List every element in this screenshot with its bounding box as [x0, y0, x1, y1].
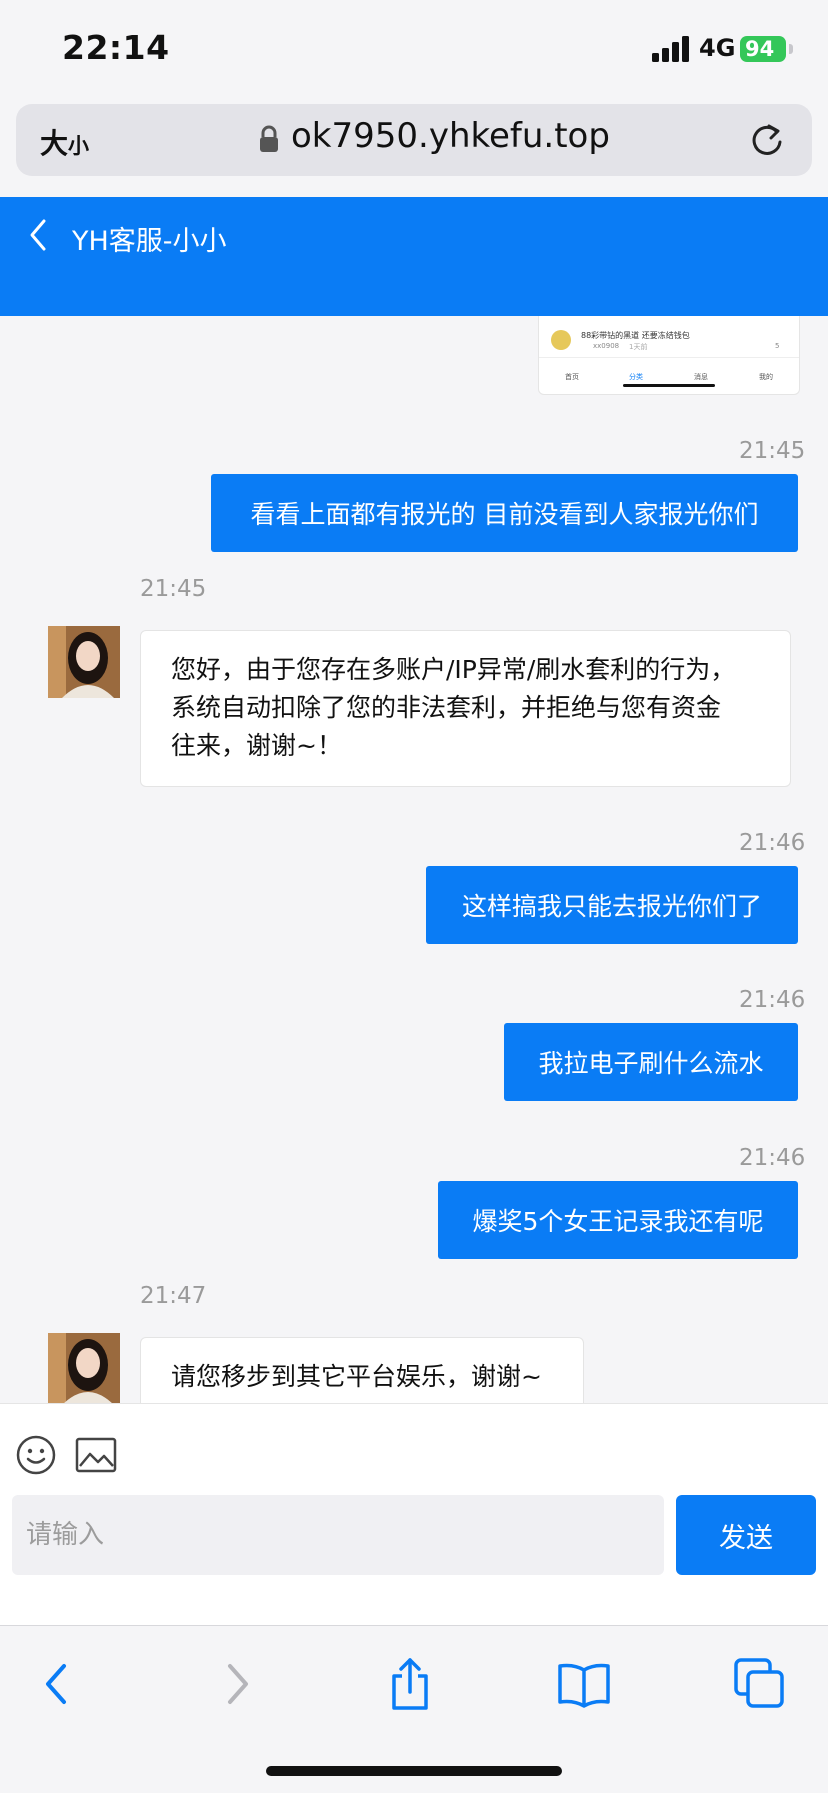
forward-icon[interactable] — [206, 1654, 266, 1714]
tabs-icon[interactable] — [730, 1654, 790, 1714]
text-size-big: 大 — [40, 127, 69, 160]
reload-icon[interactable] — [749, 122, 785, 158]
url-text[interactable]: ok7950.yhkefu.top — [291, 116, 610, 156]
emoji-icon[interactable] — [15, 1434, 57, 1476]
outgoing-message[interactable]: 这样搞我只能去报光你们了 — [426, 866, 798, 944]
post-time: 1天前 — [629, 343, 648, 351]
share-icon[interactable] — [380, 1654, 440, 1714]
message-time: 21:45 — [739, 438, 806, 464]
address-bar[interactable]: 大小 ok7950.yhkefu.top — [16, 104, 812, 176]
thumb-divider — [539, 357, 799, 358]
agent-avatar — [48, 1333, 120, 1403]
thumb-home-indicator — [623, 384, 715, 387]
composer: 发送 — [0, 1403, 828, 1626]
incoming-message[interactable]: 您好，由于您存在多账户/IP异常/刷水套利的行为， 系统自动扣除了您的非法套利，… — [140, 630, 791, 787]
image-icon[interactable] — [75, 1436, 117, 1474]
message-line: 系统自动扣除了您的非法套利，并拒绝与您有资金 — [171, 693, 722, 722]
outgoing-message[interactable]: 看看上面都有报光的 目前没看到人家报光你们 — [211, 474, 798, 552]
status-time: 22:14 — [62, 28, 170, 67]
battery-level: 94 — [745, 37, 775, 61]
message-line: 您好，由于您存在多账户/IP异常/刷水套利的行为， — [171, 655, 736, 684]
avatar-image — [48, 626, 120, 698]
send-button[interactable]: 发送 — [676, 1495, 816, 1575]
lock-icon — [260, 125, 278, 152]
back-chevron-icon[interactable] — [26, 217, 50, 253]
post-avatar — [551, 330, 571, 350]
post-title: 88彩带钻的黑道 还要冻结钱包 — [581, 331, 690, 340]
avatar-image — [48, 1333, 120, 1403]
browser-toolbar — [0, 1625, 828, 1793]
thumb-tab-home: 首页 — [565, 373, 579, 381]
incoming-message[interactable]: 请您移步到其它平台娱乐，谢谢~ — [140, 1337, 584, 1403]
outgoing-message[interactable]: 我拉电子刷什么流水 — [504, 1023, 798, 1101]
back-icon[interactable] — [28, 1654, 88, 1714]
message-input[interactable] — [12, 1495, 664, 1575]
message-time: 21:46 — [739, 830, 806, 856]
signal-icon — [652, 36, 689, 62]
text-size-small: 小 — [68, 134, 90, 158]
message-time: 21:45 — [140, 576, 207, 602]
bookmarks-icon[interactable] — [554, 1654, 614, 1714]
network-type: 4G — [699, 34, 736, 62]
text-size-button[interactable]: 大小 — [40, 122, 89, 162]
message-time: 21:47 — [140, 1283, 207, 1309]
thumb-tab-messages: 消息 — [694, 373, 708, 381]
thumb-tab-me: 我的 — [759, 373, 773, 381]
battery-indicator: 94 — [740, 36, 786, 62]
home-indicator — [266, 1766, 562, 1776]
chat-title: YH客服-小小 — [72, 226, 227, 257]
image-message-thumbnail[interactable]: 88彩带钻的黑道 还要冻结钱包 xx0908 1天前 5 首页 分类 消息 我的 — [538, 316, 800, 395]
post-user: xx0908 — [593, 342, 620, 350]
message-line: 往来，谢谢~！ — [171, 731, 342, 760]
outgoing-message[interactable]: 爆奖5个女王记录我还有呢 — [438, 1181, 798, 1259]
message-line: 请您移步到其它平台娱乐，谢谢~ — [171, 1362, 542, 1391]
battery-tip — [789, 44, 793, 54]
post-comments: 5 — [775, 342, 780, 350]
message-list[interactable]: 88彩带钻的黑道 还要冻结钱包 xx0908 1天前 5 首页 分类 消息 我的… — [0, 316, 828, 1403]
chat-header: YH客服-小小 — [0, 197, 828, 316]
status-bar: 22:14 4G 94 — [0, 0, 828, 100]
agent-avatar — [48, 626, 120, 698]
thumb-tab-category: 分类 — [629, 373, 643, 381]
message-time: 21:46 — [739, 987, 806, 1013]
message-time: 21:46 — [739, 1145, 806, 1171]
